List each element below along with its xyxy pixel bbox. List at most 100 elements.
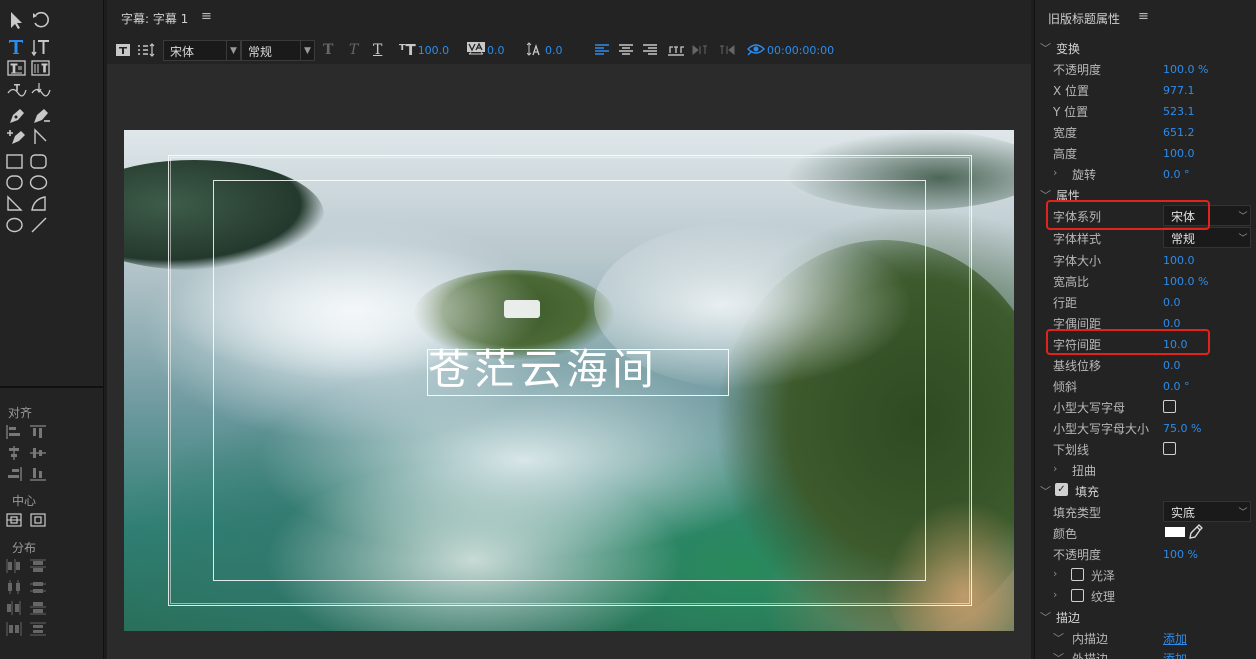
prop-value[interactable]: 100.0 % [1163, 275, 1208, 288]
align-bottom-icon[interactable] [30, 467, 46, 481]
leading-value[interactable]: 0.0 [545, 44, 563, 57]
distribute-vertical-even-icon[interactable] [30, 622, 46, 636]
kerning-value[interactable]: 0.0 [487, 44, 505, 57]
chevron-right-icon: › [1053, 462, 1058, 475]
prop-value[interactable]: 523.1 [1163, 105, 1195, 118]
vertical-area-type-tool-icon[interactable] [30, 58, 52, 78]
prop-value[interactable]: 0.0 ° [1163, 380, 1190, 393]
vertical-type-tool-icon[interactable] [30, 37, 52, 57]
kerning-control[interactable]: 0.0 [467, 36, 505, 64]
align-right-text-icon[interactable] [642, 36, 658, 64]
underline-icon[interactable]: T [373, 36, 382, 64]
sheen-checkbox[interactable] [1071, 568, 1084, 581]
align-right-icon[interactable] [6, 467, 22, 481]
prop-value[interactable]: 977.1 [1163, 84, 1195, 97]
distribute-horizontal-even-icon[interactable] [6, 622, 22, 636]
title-tab[interactable]: 字幕: 字幕 1 [121, 10, 188, 27]
panel-menu-icon[interactable]: ≡ [201, 9, 212, 24]
distribute-bottom-icon[interactable] [30, 601, 46, 615]
transform-group-header[interactable]: ﹀ 变换 [1035, 37, 1256, 58]
path-type-tool-icon[interactable] [6, 81, 28, 101]
pen-tool-icon[interactable] [6, 106, 28, 126]
bold-icon[interactable]: T [323, 36, 333, 64]
prop-value[interactable]: 0.0 [1163, 296, 1181, 309]
prop-value[interactable]: 100.0 [1163, 254, 1195, 267]
center-vertical-icon[interactable] [30, 513, 46, 527]
toolbar-font-style-select[interactable]: 常规 ▼ [241, 40, 315, 61]
convert-anchor-point-tool-icon[interactable] [30, 127, 52, 147]
vertical-path-type-tool-icon[interactable] [30, 81, 52, 101]
font-size-value[interactable]: 100.0 [418, 44, 450, 57]
prop-label: 旋转 [1072, 168, 1097, 182]
caption-text[interactable]: 苍茫云海间 [428, 344, 658, 396]
prop-value[interactable]: 100.0 % [1163, 63, 1208, 76]
leading-control[interactable]: 0.0 [526, 36, 563, 64]
panel-menu-icon[interactable]: ≡ [1138, 9, 1149, 24]
arc-tool-icon[interactable] [28, 194, 50, 214]
align-horizontal-center-icon[interactable] [6, 446, 22, 460]
prop-row-rotation[interactable]: › 旋转 0.0 ° [1035, 163, 1256, 184]
font-size-control[interactable]: ᵀT 100.0 [399, 36, 449, 64]
distribute-center-icon[interactable] [6, 580, 22, 594]
properties-panel-title: 旧版标题属性 [1048, 12, 1121, 26]
add-outer-stroke-link[interactable]: 添加 [1163, 650, 1187, 659]
align-left-icon[interactable] [6, 425, 22, 439]
prop-value[interactable]: 75.0 % [1163, 422, 1201, 435]
prop-row-leading: 行距 0.0 [1035, 291, 1256, 312]
prop-value[interactable]: 0.0 [1163, 359, 1181, 372]
eyedropper-icon[interactable] [1189, 524, 1203, 543]
selection-tool-icon[interactable] [6, 10, 28, 30]
prop-label: X 位置 [1053, 84, 1090, 98]
stroke-group-header[interactable]: ﹀ 描边 [1035, 606, 1256, 627]
align-top-icon[interactable] [30, 425, 46, 439]
circle-tool-icon[interactable] [4, 215, 26, 235]
align-vertical-center-icon[interactable] [30, 446, 46, 460]
type-tool-icon[interactable] [6, 37, 28, 57]
underline-checkbox[interactable] [1163, 442, 1176, 455]
prop-value[interactable]: 100.0 [1163, 147, 1195, 160]
wedge-tool-icon[interactable] [4, 194, 26, 214]
color-swatch[interactable] [1165, 527, 1185, 537]
add-inner-stroke-link[interactable]: 添加 [1163, 630, 1187, 647]
fill-group-header[interactable]: ﹀ ✓ 填充 [1035, 480, 1256, 501]
roll-crawl-options-icon[interactable] [137, 36, 155, 64]
align-center-text-icon[interactable] [618, 36, 634, 64]
center-horizontal-icon[interactable] [6, 513, 22, 527]
clipped-corner-rectangle-tool-icon[interactable] [4, 173, 26, 193]
prop-value[interactable]: 651.2 [1163, 126, 1195, 139]
step-forward-icon[interactable] [692, 36, 710, 64]
italic-icon[interactable]: T [349, 36, 358, 64]
prop-row-sheen[interactable]: › 光泽 [1035, 564, 1256, 585]
prop-row-distort[interactable]: › 扭曲 [1035, 459, 1256, 480]
step-back-icon[interactable] [717, 36, 735, 64]
rotation-tool-icon[interactable] [30, 10, 52, 30]
delete-anchor-point-tool-icon[interactable] [30, 106, 52, 126]
tools-divider [0, 386, 104, 388]
font-style-select[interactable]: 常规 ﹀ [1163, 227, 1251, 248]
tab-stops-icon[interactable] [667, 36, 685, 64]
rounded-rectangle-tool-icon[interactable] [28, 152, 50, 172]
fill-type-select[interactable]: 实底 ﹀ [1163, 501, 1251, 522]
toolbar-font-family-select[interactable]: 宋体 ▼ [163, 40, 241, 61]
distribute-left-icon[interactable] [6, 559, 22, 573]
line-tool-icon[interactable] [28, 215, 50, 235]
new-title-icon[interactable] [115, 36, 131, 64]
timecode-value[interactable]: 00:00:00:00 [767, 44, 834, 57]
distribute-right-icon[interactable] [6, 601, 22, 615]
fill-checkbox[interactable]: ✓ [1055, 483, 1068, 496]
prop-value[interactable]: 0.0 ° [1163, 168, 1190, 181]
area-type-tool-icon[interactable] [6, 58, 28, 78]
show-background-video-control[interactable]: 00:00:00:00 [747, 36, 834, 64]
small-caps-checkbox[interactable] [1163, 400, 1176, 413]
texture-checkbox[interactable] [1071, 589, 1084, 602]
prop-label: 不透明度 [1053, 63, 1102, 77]
add-anchor-point-tool-icon[interactable] [6, 127, 28, 147]
prop-value[interactable]: 100 % [1163, 548, 1198, 561]
align-left-text-icon[interactable] [594, 36, 610, 64]
prop-row-texture[interactable]: › 纹理 [1035, 585, 1256, 606]
rectangle-tool-icon[interactable] [4, 152, 26, 172]
distribute-middle-icon[interactable] [30, 580, 46, 594]
prop-label: 不透明度 [1053, 548, 1102, 562]
distribute-top-icon[interactable] [30, 559, 46, 573]
ellipse-tool-icon[interactable] [28, 173, 50, 193]
